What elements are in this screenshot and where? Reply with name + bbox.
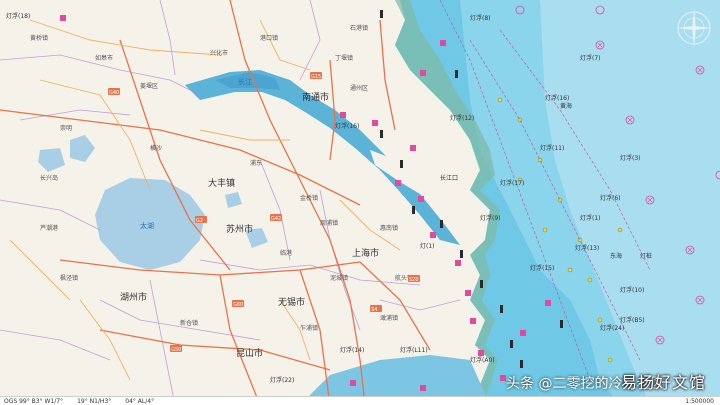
svg-text:新仓镇: 新仓镇 — [180, 319, 198, 327]
chart-map[interactable]: 大丰镇 南通市 苏州市 上海市 昆山市 无锡市 湖州市 黄桥镇 如皋市 姜堰区 … — [0, 0, 720, 405]
svg-text:灯浮(B5): 灯浮(B5) — [620, 316, 645, 324]
svg-text:长江: 长江 — [238, 77, 252, 86]
svg-text:灯浮(18): 灯浮(18) — [6, 12, 30, 20]
status-item: OGS 99° B3° W1/7° — [4, 397, 64, 405]
svg-text:临港: 临港 — [280, 249, 292, 257]
svg-text:金桥镇: 金桥镇 — [300, 194, 318, 202]
svg-text:泥城镇: 泥城镇 — [330, 274, 348, 282]
svg-text:横沙: 横沙 — [150, 144, 162, 152]
svg-text:黄桥镇: 黄桥镇 — [30, 34, 48, 42]
svg-text:东海: 东海 — [610, 252, 622, 260]
svg-text:G2: G2 — [196, 218, 203, 224]
svg-text:石港镇: 石港镇 — [350, 24, 368, 32]
city-label: 昆山市 — [236, 347, 263, 359]
svg-text:S4: S4 — [371, 307, 377, 313]
svg-text:灯浮(7): 灯浮(7) — [580, 54, 601, 62]
svg-text:灯浮(6): 灯浮(6) — [600, 194, 621, 202]
status-item: 04° AL/4° — [125, 397, 155, 405]
svg-text:灯(1): 灯(1) — [420, 242, 435, 250]
svg-text:灯浮(14): 灯浮(14) — [340, 346, 364, 354]
svg-text:G42: G42 — [271, 216, 281, 222]
svg-text:灯浮(15): 灯浮(15) — [530, 264, 554, 272]
compass-icon[interactable] — [674, 8, 714, 48]
svg-text:澉浦镇: 澉浦镇 — [380, 314, 398, 322]
svg-text:灯浮(8): 灯浮(8) — [470, 14, 491, 22]
svg-text:G60: G60 — [233, 302, 243, 308]
svg-text:枫泾镇: 枫泾镇 — [60, 274, 78, 282]
svg-text:港口镇: 港口镇 — [260, 34, 278, 42]
city-label: 湖州市 — [120, 291, 147, 303]
svg-text:灯浮(L11): 灯浮(L11) — [400, 346, 428, 354]
svg-text:长江口: 长江口 — [440, 174, 458, 182]
svg-text:灯浮(9): 灯浮(9) — [480, 214, 501, 222]
svg-text:周浦镇: 周浦镇 — [320, 219, 338, 227]
svg-text:G15: G15 — [311, 74, 321, 80]
svg-text:G40: G40 — [109, 90, 119, 96]
city-label: 南通市 — [302, 91, 329, 103]
svg-text:通州区: 通州区 — [350, 84, 368, 92]
svg-text:灯浮(11): 灯浮(11) — [540, 144, 564, 152]
svg-text:灯浮(1): 灯浮(1) — [580, 214, 601, 222]
svg-text:灯浮(17): 灯浮(17) — [500, 179, 524, 187]
svg-text:丁堰镇: 丁堰镇 — [335, 54, 353, 62]
svg-text:太湖: 太湖 — [140, 221, 154, 230]
watermark-title: 易扬好文馆 — [620, 373, 706, 392]
svg-text:崇明: 崇明 — [60, 125, 72, 132]
scale-readout: 1:500000 — [685, 397, 714, 405]
city-label: 苏州市 — [226, 223, 253, 235]
svg-text:乍浦镇: 乍浦镇 — [300, 324, 318, 332]
svg-text:芦潮港: 芦潮港 — [40, 224, 58, 232]
svg-text:黄海: 黄海 — [560, 102, 572, 110]
svg-text:灯浮(12): 灯浮(12) — [450, 114, 474, 122]
svg-text:兴化市: 兴化市 — [210, 49, 228, 57]
city-label: 无锡市 — [278, 296, 305, 308]
svg-text:灯浮(3): 灯浮(3) — [620, 154, 641, 162]
svg-text:灯浮(16): 灯浮(16) — [335, 122, 359, 130]
city-label: 上海市 — [352, 247, 379, 259]
svg-text:长兴岛: 长兴岛 — [40, 174, 58, 182]
svg-text:惠南镇: 惠南镇 — [380, 224, 398, 232]
city-label: 大丰镇 — [208, 177, 235, 189]
svg-text:G50: G50 — [171, 347, 181, 353]
svg-text:灯桩: 灯桩 — [640, 252, 652, 260]
svg-text:灯浮(10): 灯浮(10) — [620, 286, 644, 294]
status-bar: OGS 99° B3° W1/7° 19° N1/H3° 04° AL/4° 1… — [0, 396, 720, 405]
status-item: 19° N1/H3° — [77, 397, 112, 405]
svg-text:姜堰区: 姜堰区 — [140, 82, 158, 90]
svg-text:灯浮(24): 灯浮(24) — [600, 324, 624, 332]
svg-text:灯浮(16): 灯浮(16) — [545, 94, 569, 102]
svg-text:S20: S20 — [409, 277, 419, 283]
svg-text:灯浮(22): 灯浮(22) — [270, 376, 294, 384]
svg-text:灯浮(A0): 灯浮(A0) — [470, 356, 495, 364]
svg-text:浦东: 浦东 — [250, 159, 262, 167]
svg-text:灯浮(13): 灯浮(13) — [575, 244, 599, 252]
svg-text:如皋市: 如皋市 — [95, 54, 113, 62]
